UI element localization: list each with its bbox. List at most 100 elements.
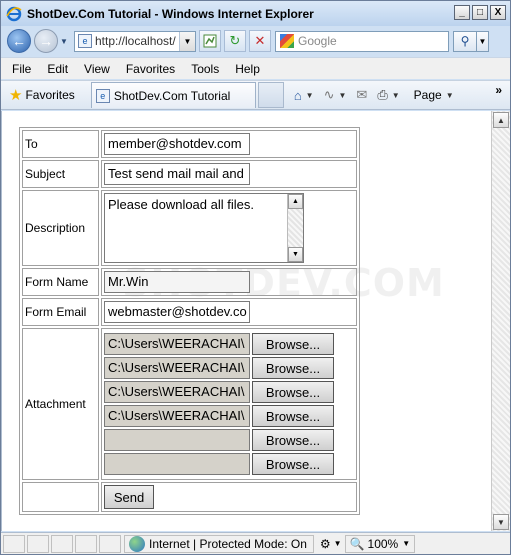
description-label: Description (22, 190, 99, 266)
tab-active[interactable]: e ShotDev.Com Tutorial (90, 82, 256, 108)
google-icon (280, 34, 294, 48)
page-scrollbar[interactable]: ▲ ▼ (491, 111, 510, 531)
browser-window: ShotDev.Com Tutorial - Windows Internet … (0, 0, 511, 555)
subject-label: Subject (22, 160, 99, 188)
form-row-submit: Send (22, 482, 357, 512)
forward-button[interactable]: → (34, 29, 58, 53)
feeds-icon[interactable]: ∿ (324, 87, 335, 103)
status-bar: Internet | Protected Mode: On ⚙ ▼ 🔍 100%… (1, 532, 510, 554)
more-commands-chevron[interactable]: » (495, 83, 502, 97)
browse-button[interactable]: Browse... (252, 381, 334, 403)
browse-button[interactable]: Browse... (252, 357, 334, 379)
form-row-attachment: Attachment C:\Users\WEERACHAI\ Browse...… (22, 328, 357, 480)
scroll-up-arrow-icon[interactable]: ▲ (288, 194, 303, 209)
address-bar[interactable]: e http://localhost/ ▼ (74, 30, 196, 52)
menu-tools[interactable]: Tools (183, 62, 227, 76)
zoom-dropdown-icon[interactable]: ▼ (402, 539, 410, 548)
menu-bar: File Edit View Favorites Tools Help (1, 57, 510, 79)
menu-favorites[interactable]: Favorites (118, 62, 183, 76)
from-email-input[interactable]: webmaster@shotdev.co (104, 301, 250, 323)
globe-icon (129, 535, 145, 552)
file-path-input[interactable]: C:\Users\WEERACHAI\ (104, 405, 250, 427)
attachment-row: C:\Users\WEERACHAI\ Browse... (104, 405, 354, 427)
zone-text: Internet | Protected Mode: On (149, 536, 307, 551)
attachment-row: Browse... (104, 429, 354, 451)
scroll-down-arrow-icon[interactable]: ▼ (288, 247, 303, 262)
file-path-input[interactable]: C:\Users\WEERACHAI\ (104, 381, 250, 403)
form-row-from-email: Form Email webmaster@shotdev.co (22, 298, 357, 326)
mail-icon[interactable]: ✉ (356, 87, 367, 103)
page-icon: e (78, 34, 92, 48)
send-button[interactable]: Send (104, 485, 154, 509)
file-path-input[interactable]: C:\Users\WEERACHAI\ (104, 333, 250, 355)
maximize-button[interactable]: □ (472, 5, 488, 20)
form-row-subject: Subject Test send mail mail and (22, 160, 357, 188)
browse-button[interactable]: Browse... (252, 453, 334, 475)
browse-button[interactable]: Browse... (252, 405, 334, 427)
from-name-label: Form Name (22, 268, 99, 296)
form-row-description: Description Please download all files. ▲… (22, 190, 357, 266)
status-cell (99, 534, 121, 553)
attachment-row: C:\Users\WEERACHAI\ Browse... (104, 381, 354, 403)
home-dropdown[interactable]: ▼ (306, 91, 314, 100)
feeds-dropdown[interactable]: ▼ (339, 91, 347, 100)
description-text: Please download all files. (108, 197, 254, 212)
security-zone[interactable]: Internet | Protected Mode: On (124, 534, 314, 553)
minimize-button[interactable]: _ (454, 5, 470, 20)
search-icon[interactable]: ⚲ (453, 30, 477, 52)
ie-logo-icon (6, 6, 22, 22)
zoom-icon: 🔍 (349, 536, 365, 551)
browse-button[interactable]: Browse... (252, 333, 334, 355)
print-icon[interactable]: ⎙ (377, 87, 387, 103)
address-row: ← → ▼ e http://localhost/ ▼ ↻ ✕ Google ⚲… (1, 26, 510, 56)
attachment-label: Attachment (22, 328, 99, 480)
textarea-scrollbar[interactable]: ▲ ▼ (287, 194, 303, 262)
new-tab-button[interactable] (257, 82, 284, 108)
page-menu-dropdown[interactable]: ▼ (446, 91, 454, 100)
address-dropdown[interactable]: ▼ (179, 31, 195, 51)
subject-input[interactable]: Test send mail mail and (104, 163, 250, 185)
favorites-button[interactable]: Favorites (25, 88, 74, 102)
form-row-to: To member@shotdev.com (22, 130, 357, 158)
stop-icon[interactable]: ✕ (249, 30, 271, 52)
back-button[interactable]: ← (7, 29, 31, 53)
menu-file[interactable]: File (1, 62, 39, 76)
close-button[interactable]: X (490, 5, 506, 20)
status-cell (27, 534, 49, 553)
refresh-icon[interactable]: ↻ (224, 30, 246, 52)
file-path-input[interactable] (104, 453, 250, 475)
search-input[interactable]: Google (275, 30, 449, 52)
to-input[interactable]: member@shotdev.com (104, 133, 250, 155)
search-options-dropdown[interactable]: ▼ (477, 30, 489, 52)
recent-pages-dropdown[interactable]: ▼ (60, 37, 70, 46)
zoom-level: 100% (367, 536, 399, 551)
menu-view[interactable]: View (76, 62, 118, 76)
print-dropdown[interactable]: ▼ (392, 91, 400, 100)
scroll-up-arrow-icon[interactable]: ▲ (493, 112, 509, 128)
search-placeholder: Google (298, 34, 337, 48)
tab-page-icon: e (95, 88, 110, 103)
from-name-input[interactable]: Mr.Win (104, 271, 250, 293)
menu-help[interactable]: Help (227, 62, 268, 76)
browse-button[interactable]: Browse... (252, 429, 334, 451)
page-content: SHOTDEV.COM To member@shotdev.com Subjec… (1, 111, 491, 531)
title-bar: ShotDev.Com Tutorial - Windows Internet … (1, 1, 510, 26)
status-cell (3, 534, 25, 553)
description-textarea[interactable]: Please download all files. ▲ ▼ (104, 193, 304, 263)
favorites-star-icon[interactable]: ★ (9, 86, 22, 104)
form-row-from-name: Form Name Mr.Win (22, 268, 357, 296)
scroll-down-arrow-icon[interactable]: ▼ (493, 514, 509, 530)
home-icon[interactable]: ⌂ (294, 88, 302, 103)
window-controls: _ □ X (454, 5, 506, 20)
protected-mode-icon[interactable]: ⚙ (320, 537, 331, 551)
zoom-control[interactable]: 🔍 100% ▼ (344, 534, 416, 553)
protected-mode-dropdown[interactable]: ▼ (334, 539, 342, 548)
attachment-row: Browse... (104, 453, 354, 475)
file-path-input[interactable] (104, 429, 250, 451)
compatibility-view-button[interactable] (199, 30, 221, 52)
address-url[interactable]: http://localhost/ (95, 34, 179, 48)
menu-edit[interactable]: Edit (39, 62, 76, 76)
mail-form: To member@shotdev.com Subject Test send … (19, 127, 360, 515)
file-path-input[interactable]: C:\Users\WEERACHAI\ (104, 357, 250, 379)
page-menu-button[interactable]: Page (414, 88, 442, 102)
